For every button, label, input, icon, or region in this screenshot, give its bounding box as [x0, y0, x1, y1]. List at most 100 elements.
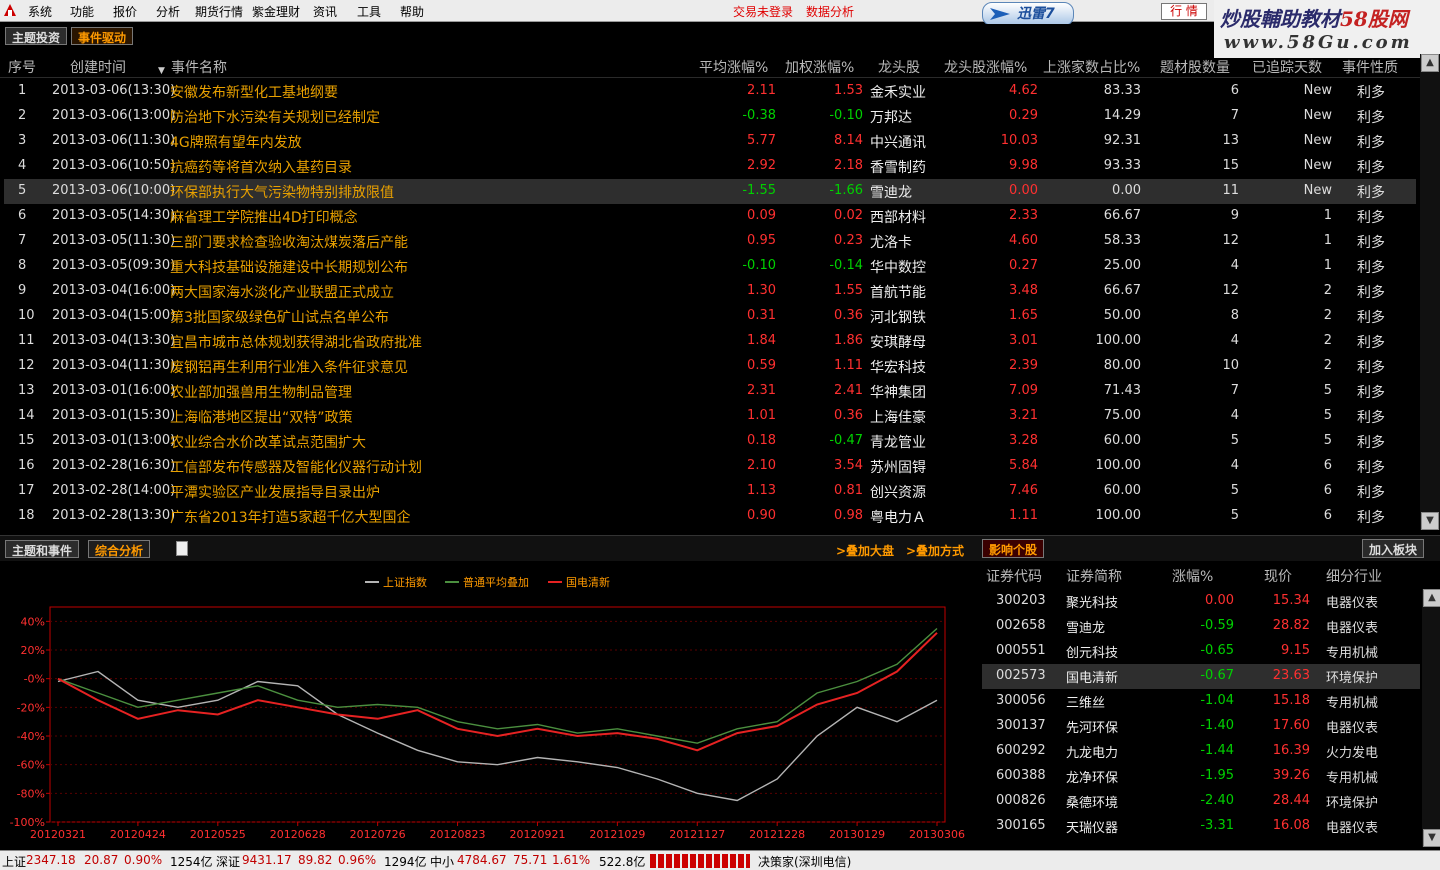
menu-system[interactable]: 系统 — [28, 3, 52, 20]
overlay-market-link[interactable]: >叠加大盘 — [836, 542, 894, 559]
stock-table-scrollbar[interactable]: ▲ ▼ — [1422, 589, 1440, 847]
row-leader-pct: 10.03 — [1000, 133, 1038, 148]
row-no: 17 — [18, 483, 35, 498]
table-row[interactable]: 3 2013-03-06(11:30) 4G牌照有望年内发放 5.77 8.14 中兴通讯… — [4, 129, 1416, 154]
row-no: 5 — [18, 183, 27, 198]
col-name[interactable]: 事件名称 — [171, 57, 227, 77]
table-row[interactable]: 2 2013-03-06(13:00) 防治地下水污染有关规划已经制定 -0.38 -0… — [4, 104, 1416, 129]
document-icon[interactable] — [176, 541, 188, 556]
stock-scroll-down-icon[interactable]: ▼ — [1423, 829, 1440, 847]
stock-row[interactable]: 002573 国电清新 -0.67 23.63 环境保护 — [982, 664, 1420, 689]
table-row[interactable]: 4 2013-03-06(10:50) 抗癌药等将首次纳入基药目录 2.92 2.18 香… — [4, 154, 1416, 179]
col-type[interactable]: 事件性质 — [1342, 57, 1398, 77]
zx-value: 4784.67 — [457, 853, 507, 867]
col-stock-industry[interactable]: 细分行业 — [1326, 566, 1382, 586]
stock-pct: -2.40 — [1200, 793, 1234, 808]
table-row[interactable]: 6 2013-03-05(14:30) 麻省理工学院推出4D打印概念 0.09 0.02… — [4, 204, 1416, 229]
col-avg[interactable]: 平均涨幅% — [699, 57, 768, 77]
col-time[interactable]: 创建时间 — [70, 57, 126, 77]
row-days: 6 — [1323, 508, 1332, 523]
stock-row[interactable]: 300137 先河环保 -1.40 17.60 电器仪表 — [982, 714, 1420, 739]
table-row[interactable]: 18 2013-02-28(13:30) 广东省2013年打造5家超千亿大型国企 0.… — [4, 504, 1416, 529]
row-type: 利多 — [1357, 460, 1385, 476]
event-table-scrollbar[interactable]: ▲ ▼ — [1420, 54, 1440, 530]
sz-label: 深证 — [216, 855, 241, 869]
menu-function[interactable]: 功能 — [70, 3, 94, 20]
table-row[interactable]: 9 2013-03-04(16:00) 两大国家海水淡化产业联盟正式成立 1.30 1.… — [4, 279, 1416, 304]
stock-row[interactable] — [982, 839, 1420, 847]
stock-row[interactable]: 000826 桑德环境 -2.40 28.44 环境保护 — [982, 789, 1420, 814]
row-leader: 上海佳豪 — [870, 410, 926, 426]
table-row[interactable]: 10 2013-03-04(15:00) 第3批国家级绿色矿山试点名单公布 0.31 0… — [4, 304, 1416, 329]
tab-theme-investment[interactable]: 主题投资 — [5, 27, 68, 45]
tab-bar: 主题投资 事件驱动 — [0, 24, 1214, 48]
col-weighted[interactable]: 加权涨幅% — [785, 57, 854, 77]
broker-label: 决策家(深圳电信) — [758, 855, 852, 869]
data-analysis-link[interactable]: 数据分析 — [806, 3, 854, 20]
xunlei-button[interactable]: 迅雷7 — [982, 2, 1074, 26]
col-stock-price[interactable]: 现价 — [1264, 566, 1292, 586]
impact-stocks-button[interactable]: 影响个股 — [982, 539, 1045, 558]
row-type: 利多 — [1357, 485, 1385, 501]
menu-help[interactable]: 帮助 — [400, 3, 424, 20]
menu-tools[interactable]: 工具 — [357, 3, 381, 20]
stock-row[interactable]: 000551 创元科技 -0.65 9.15 专用机械 — [982, 639, 1420, 664]
quote-button[interactable]: 行 情 — [1161, 3, 1207, 20]
row-time: 2013-03-05(09:30) — [52, 258, 176, 273]
menu-analysis[interactable]: 分析 — [156, 3, 180, 20]
col-no[interactable]: 序号 — [8, 57, 36, 77]
stock-row[interactable]: 600292 九龙电力 -1.44 16.39 火力发电 — [982, 739, 1420, 764]
col-stock-code[interactable]: 证券代码 — [986, 566, 1042, 586]
stock-pct: 0.00 — [1205, 593, 1234, 608]
table-row[interactable]: 7 2013-03-05(11:30) 三部门要求检查验收淘汰煤炭落后产能 0.95 0… — [4, 229, 1416, 254]
table-row[interactable]: 11 2013-03-04(13:30) 宜昌市城市总体规划获得湖北省政府批准 1.8… — [4, 329, 1416, 354]
row-avg-pct: 0.95 — [747, 233, 776, 248]
row-time: 2013-03-01(15:30) — [52, 408, 176, 423]
scroll-down-icon[interactable]: ▼ — [1421, 512, 1439, 530]
stock-scroll-up-icon[interactable]: ▲ — [1423, 589, 1440, 607]
table-row[interactable]: 5 2013-03-06(10:00) 环保部执行大气污染物特别排放限值 -1.55 -… — [4, 179, 1416, 204]
table-row[interactable]: 14 2013-03-01(15:30) 上海临港地区提出“双特”政策 1.01 0.3… — [4, 404, 1416, 429]
stock-row[interactable]: 300203 聚光科技 0.00 15.34 电器仪表 — [982, 589, 1420, 614]
table-row[interactable]: 16 2013-02-28(16:30) 工信部发布传感器及智能化仪器行动计划 2.1… — [4, 454, 1416, 479]
stock-row[interactable]: 002658 雪迪龙 -0.59 28.82 电器仪表 — [982, 614, 1420, 639]
stock-row[interactable]: 600388 龙净环保 -1.95 39.26 专用机械 — [982, 764, 1420, 789]
tab-event-driven[interactable]: 事件驱动 — [71, 27, 134, 45]
row-avg-pct: 1.13 — [747, 483, 776, 498]
add-block-button[interactable]: 加入板块 — [1362, 539, 1425, 558]
trade-login-link[interactable]: 交易未登录 — [733, 3, 793, 20]
overlay-method-link[interactable]: >叠加方式 — [906, 542, 964, 559]
menu-quote[interactable]: 报价 — [113, 3, 137, 20]
row-time: 2013-03-01(16:00) — [52, 383, 176, 398]
menu-futures[interactable]: 期货行情 — [195, 3, 243, 20]
col-days[interactable]: 已追踪天数 — [1252, 57, 1322, 77]
table-row[interactable]: 13 2013-03-01(16:00) 农业部加强兽用生物制品管理 2.31 2.41… — [4, 379, 1416, 404]
tab-comprehensive[interactable]: 综合分析 — [88, 540, 151, 558]
col-count[interactable]: 题材股数量 — [1160, 57, 1230, 77]
col-stock-name[interactable]: 证券简称 — [1066, 566, 1122, 586]
row-type: 利多 — [1357, 160, 1385, 176]
row-weighted-pct: -1.66 — [829, 183, 863, 198]
sz-change: 89.82 — [298, 853, 333, 867]
col-leader[interactable]: 龙头股 — [878, 57, 920, 77]
table-row[interactable]: 8 2013-03-05(09:30) 重大科技基础设施建设中长期规划公布 -0.10… — [4, 254, 1416, 279]
stock-industry: 环境保护 — [1326, 796, 1379, 811]
stock-row[interactable]: 300056 三维丝 -1.04 15.18 专用机械 — [982, 689, 1420, 714]
row-leader: 中兴通讯 — [870, 135, 926, 151]
stock-code: 000826 — [996, 793, 1046, 808]
stock-row[interactable]: 300165 天瑞仪器 -3.31 16.08 电器仪表 — [982, 814, 1420, 839]
row-leader-pct: 3.21 — [1009, 408, 1038, 423]
menu-news[interactable]: 资讯 — [313, 3, 337, 20]
col-up-ratio[interactable]: 上涨家数占比% — [1043, 57, 1140, 77]
table-row[interactable]: 12 2013-03-04(11:30) 废钢铝再生利用行业准入条件征求意见 0.59… — [4, 354, 1416, 379]
menu-finance[interactable]: 紫金理财 — [252, 3, 300, 20]
row-event-name: 三部门要求检查验收淘汰煤炭落后产能 — [170, 235, 408, 251]
tab-theme-event[interactable]: 主题和事件 — [5, 540, 80, 558]
table-row[interactable]: 1 2013-03-06(13:30) 安徽发布新型化工基地纲要 2.11 1.53 金禾… — [4, 79, 1416, 104]
table-row[interactable]: 17 2013-02-28(14:00) 平潭实验区产业发展指导目录出炉 1.13 0.… — [4, 479, 1416, 504]
col-leader-pct[interactable]: 龙头股涨幅% — [944, 57, 1027, 77]
scroll-up-icon[interactable]: ▲ — [1421, 54, 1439, 72]
col-stock-pct[interactable]: 涨幅% — [1172, 566, 1213, 586]
row-leader-pct: 2.33 — [1009, 208, 1038, 223]
table-row[interactable]: 15 2013-03-01(13:00) 农业综合水价改革试点范围扩大 0.18 -0.… — [4, 429, 1416, 454]
